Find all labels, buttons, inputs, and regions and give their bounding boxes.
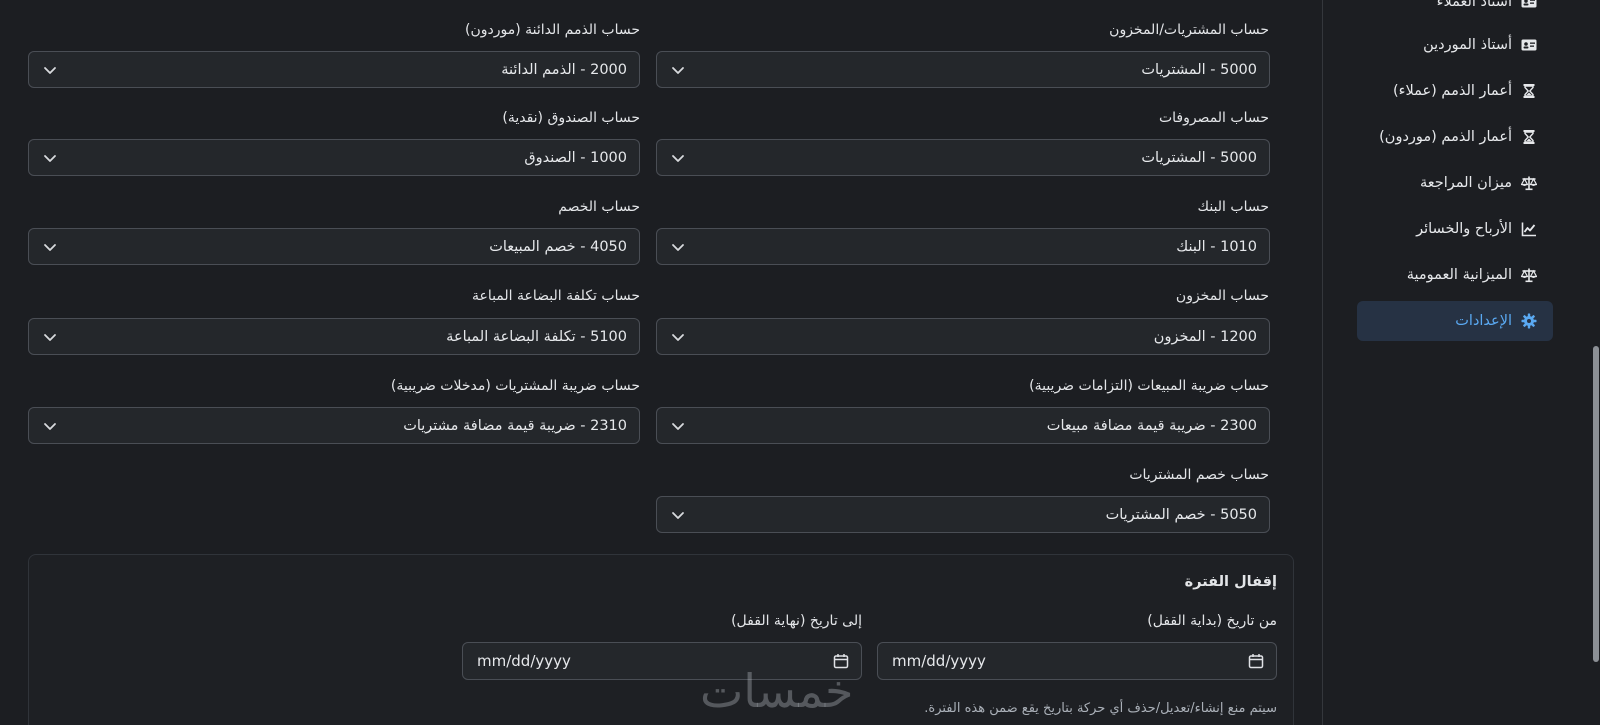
chevron-down-icon: [44, 334, 56, 341]
purchase-discount-account-label: حساب خصم المشتريات: [1129, 467, 1269, 483]
purchases-account-label: حساب المشتريات/المخزون: [1109, 22, 1269, 38]
bank-account-label: حساب البنك: [1197, 199, 1269, 215]
chevron-down-icon: [44, 155, 56, 162]
expenses-account-select[interactable]: 5000 - المشتريات: [656, 139, 1270, 176]
id-card-icon: [1521, 0, 1537, 8]
purchase-tax-account-label: حساب ضريبة المشتريات (مدخلات ضريبية): [390, 378, 640, 394]
period-lock-panel: إقفال الفترة من تاريخ (بداية القفل) mm/d…: [28, 554, 1294, 725]
expenses-account-value: 5000 - المشتريات: [1141, 149, 1257, 166]
sidebar-item-settings[interactable]: الإعدادات: [1357, 301, 1553, 341]
gear-icon: [1521, 313, 1537, 329]
lock-from-date-input[interactable]: mm/dd/yyyy: [877, 642, 1277, 680]
id-card-icon: [1521, 39, 1537, 51]
cash-account-value: 1000 - الصندوق: [524, 149, 627, 166]
lock-from-date-placeholder: mm/dd/yyyy: [892, 652, 986, 670]
discount-account-value: 4050 - خصم المبيعات: [489, 238, 627, 255]
inventory-account-select[interactable]: 1200 - المخزون: [656, 318, 1270, 355]
sales-tax-account-label: حساب ضريبة المبيعات (التزامات ضريبية): [1029, 378, 1269, 394]
cash-account-label: حساب الصندوق (نقدية): [502, 110, 640, 126]
purchase-tax-account-value: 2310 - ضريبة قيمة مضافة مشتريات: [403, 417, 627, 434]
chevron-down-icon: [672, 155, 684, 162]
bank-account-select[interactable]: 1010 - البنك: [656, 228, 1270, 265]
purchase-tax-account-select[interactable]: 2310 - ضريبة قيمة مضافة مشتريات: [28, 407, 640, 444]
period-lock-title: إقفال الفترة: [1184, 574, 1277, 590]
expenses-account-label: حساب المصروفات: [1158, 110, 1269, 126]
purchases-account-value: 5000 - المشتريات: [1141, 61, 1257, 78]
discount-account-label: حساب الخصم: [558, 199, 640, 215]
purchases-account-select[interactable]: 5000 - المشتريات: [656, 51, 1270, 88]
sidebar: أستاذ العملاء أستاذ الموردين أعمار الذمم…: [1323, 0, 1591, 725]
inventory-account-label: حساب المخزون: [1175, 288, 1269, 304]
line-chart-icon: [1521, 222, 1536, 237]
sales-tax-account-value: 2300 - ضريبة قيمة مضافة مبيعات: [1046, 417, 1257, 434]
sidebar-item-trial-balance[interactable]: ميزان المراجعة: [1357, 163, 1553, 203]
purchase-discount-account-select[interactable]: 5050 - خصم المشتريات: [656, 496, 1270, 533]
scale-icon: [1521, 268, 1537, 283]
watermark-logo: خمسات: [700, 664, 854, 718]
sidebar-item-receivables-aging[interactable]: أعمار الذمم (عملاء): [1357, 71, 1553, 111]
sidebar-item-payables-aging[interactable]: أعمار الذمم (موردون): [1357, 117, 1553, 157]
bank-account-value: 1010 - البنك: [1176, 238, 1257, 255]
sidebar-item-label: أستاذ العملاء: [1436, 0, 1512, 10]
sidebar-item-balance-sheet[interactable]: الميزانية العمومية: [1357, 255, 1553, 295]
sidebar-item-label: الأرباح والخسائر: [1416, 221, 1512, 237]
settings-main: حساب الذمم الدائنة (موردون) 2000 - الذمم…: [0, 0, 1322, 725]
cogs-account-value: 5100 - تكلفة البضاعة المباعة: [446, 328, 627, 345]
cogs-account-select[interactable]: 5100 - تكلفة البضاعة المباعة: [28, 318, 640, 355]
cogs-account-label: حساب تكلفة البضاعة المباعة: [471, 288, 640, 304]
chevron-down-icon: [672, 512, 684, 519]
chevron-down-icon: [672, 67, 684, 74]
lock-to-date-label: إلى تاريخ (نهاية القفل): [731, 613, 862, 629]
cash-account-select[interactable]: 1000 - الصندوق: [28, 139, 640, 176]
chevron-down-icon: [672, 334, 684, 341]
chevron-down-icon: [672, 244, 684, 251]
scrollbar-thumb[interactable]: [1593, 346, 1599, 662]
hourglass-icon: [1523, 130, 1535, 144]
lock-from-date-label: من تاريخ (بداية القفل): [1147, 613, 1277, 629]
sidebar-item-label: أعمار الذمم (عملاء): [1393, 83, 1512, 99]
sales-tax-account-select[interactable]: 2300 - ضريبة قيمة مضافة مبيعات: [656, 407, 1270, 444]
scale-icon: [1521, 176, 1537, 191]
sidebar-item-label: أستاذ الموردين: [1423, 37, 1512, 53]
sidebar-item-label: الميزانية العمومية: [1406, 267, 1512, 283]
sidebar-item-customers-ledger[interactable]: أستاذ العملاء: [1357, 0, 1553, 22]
sidebar-item-label: أعمار الذمم (موردون): [1379, 129, 1512, 145]
discount-account-select[interactable]: 4050 - خصم المبيعات: [28, 228, 640, 265]
chevron-down-icon: [44, 423, 56, 430]
sidebar-item-label: الإعدادات: [1455, 313, 1512, 329]
sidebar-item-profit-loss[interactable]: الأرباح والخسائر: [1357, 209, 1553, 249]
purchase-discount-account-value: 5050 - خصم المشتريات: [1105, 506, 1257, 523]
payables-account-label: حساب الذمم الدائنة (موردون): [465, 22, 640, 38]
inventory-account-value: 1200 - المخزون: [1153, 328, 1257, 345]
hourglass-icon: [1523, 84, 1535, 98]
chevron-down-icon: [672, 423, 684, 430]
period-lock-help-text: سيتم منع إنشاء/تعديل/حذف أي حركة بتاريخ …: [924, 701, 1277, 716]
payables-account-value: 2000 - الذمم الدائنة: [501, 61, 627, 78]
chevron-down-icon: [44, 67, 56, 74]
sidebar-item-suppliers-ledger[interactable]: أستاذ الموردين: [1357, 25, 1553, 65]
calendar-icon[interactable]: [1248, 653, 1264, 669]
payables-account-select[interactable]: 2000 - الذمم الدائنة: [28, 51, 640, 88]
sidebar-item-label: ميزان المراجعة: [1419, 175, 1512, 191]
chevron-down-icon: [44, 244, 56, 251]
